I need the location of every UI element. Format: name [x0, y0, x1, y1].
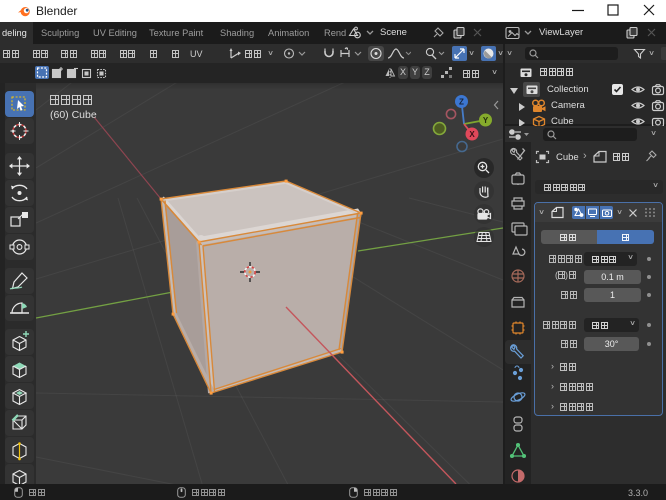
svg-text:Z: Z	[459, 98, 464, 107]
svg-text:X: X	[469, 130, 475, 139]
svg-text:Y: Y	[483, 116, 489, 125]
